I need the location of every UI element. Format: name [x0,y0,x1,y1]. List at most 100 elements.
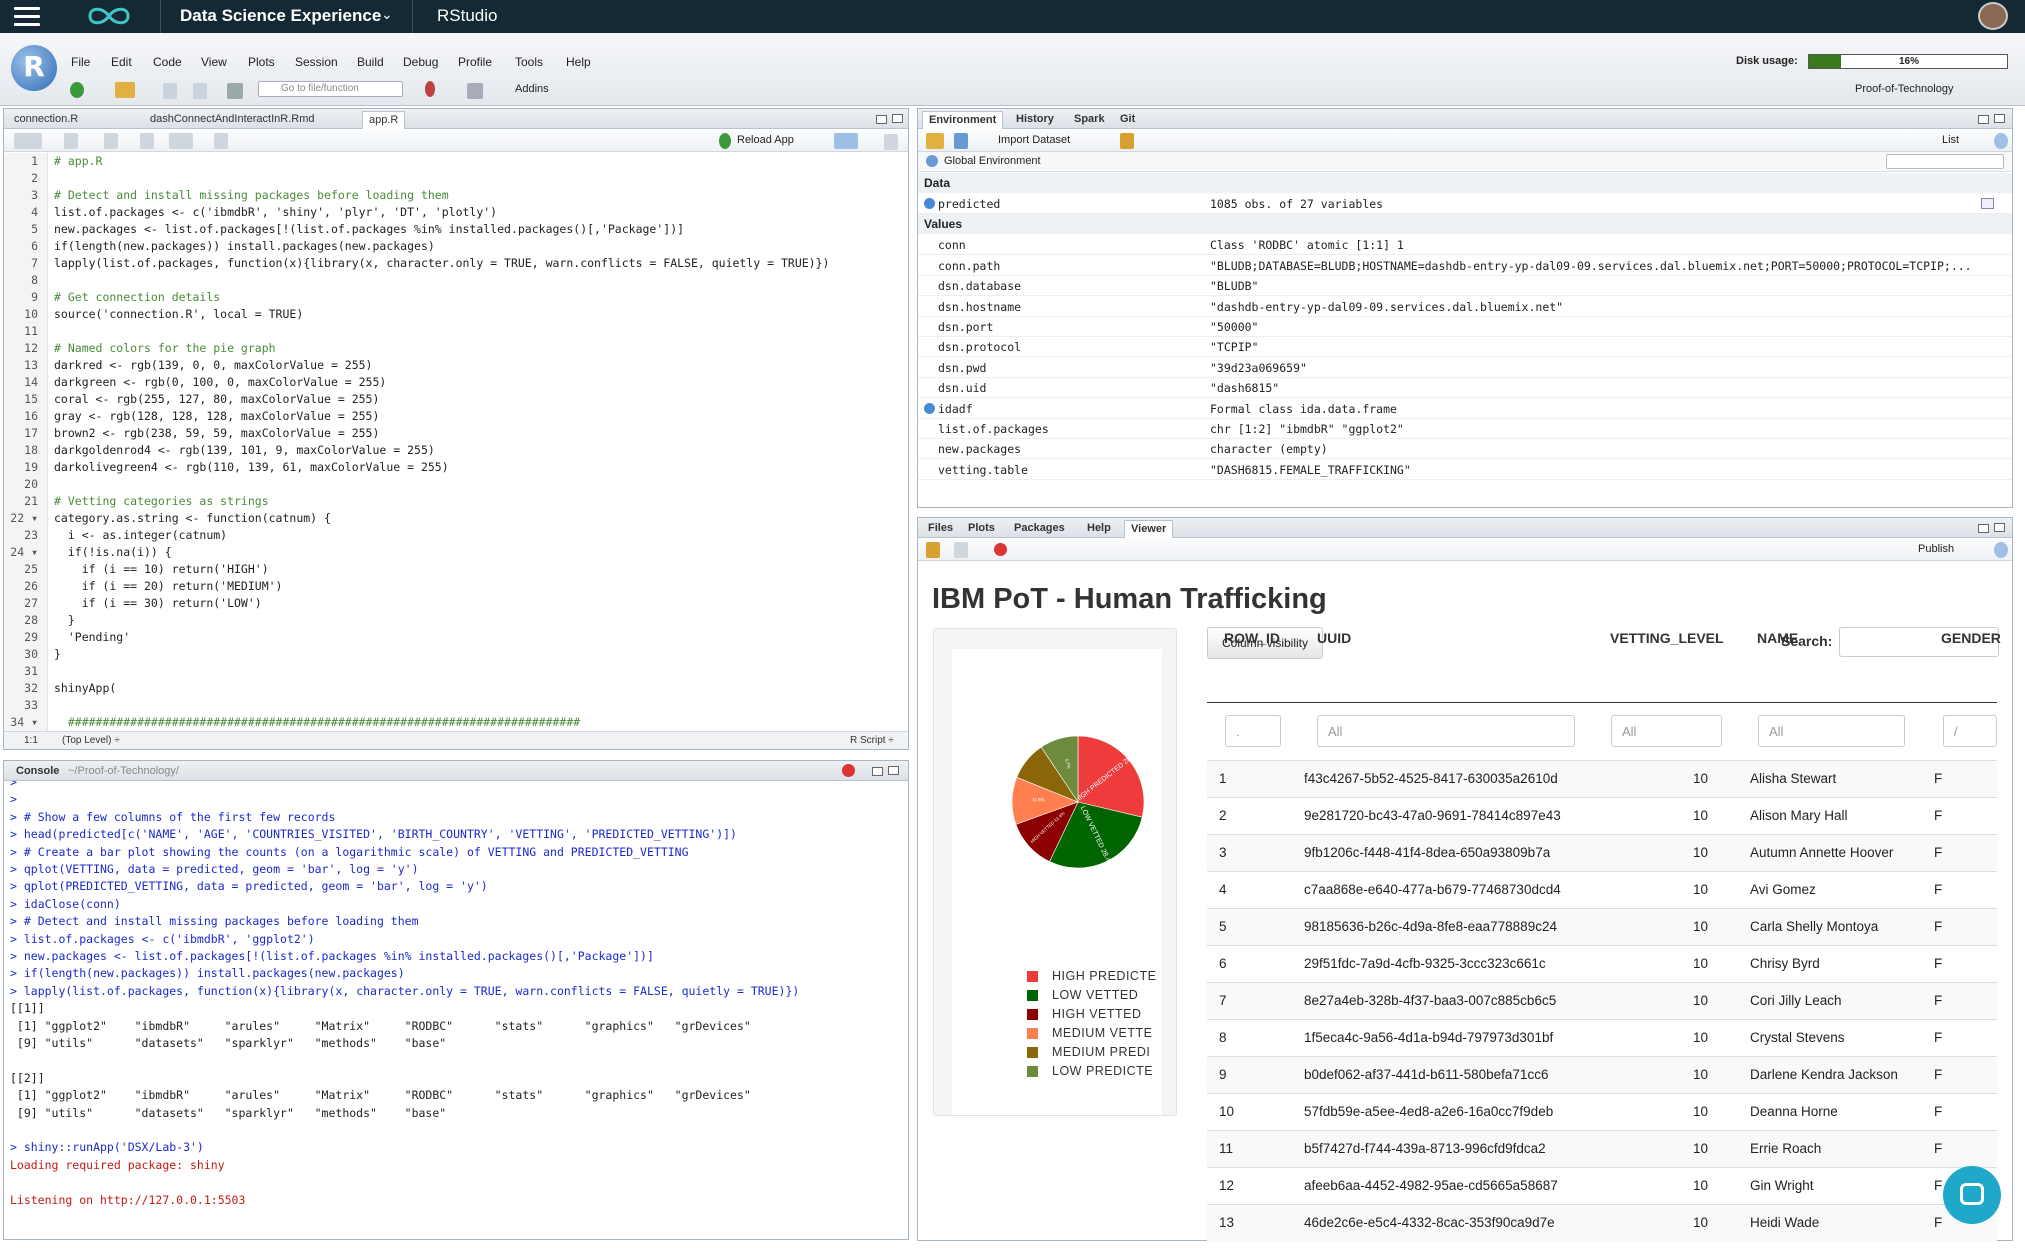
code-line[interactable]: 29 'Pending' [4,629,908,646]
addins-menu[interactable]: Addins [515,83,549,95]
stop-icon[interactable] [994,543,1007,556]
console-output[interactable]: > > > # Show a few columns of the first f… [4,781,908,1239]
col-header-uuid[interactable]: UUID [1317,630,1351,646]
col-header-name[interactable]: NAME [1757,630,1798,646]
load-workspace-icon[interactable] [926,133,944,149]
env-search-input[interactable] [1886,154,2004,169]
tab-history[interactable]: History [1010,111,1060,129]
minimize-icon[interactable] [872,767,883,776]
save-workspace-icon[interactable] [954,133,968,149]
show-in-window-icon[interactable] [64,133,78,149]
dsx-logo-icon[interactable] [84,3,134,29]
chevron-down-icon[interactable]: ⌄ [381,6,393,23]
code-line[interactable]: 4 list.of.packages <- c('ibmdbR', 'shiny'… [4,204,908,221]
show-in-window-icon[interactable] [954,542,968,558]
expand-icon[interactable] [924,198,935,209]
code-line[interactable]: 6 if(length(new.packages)) install.packag… [4,238,908,255]
code-line[interactable]: 17 brown2 <- rgb(238, 59, 59, maxColorVal… [4,425,908,442]
tab-files[interactable]: Files [922,520,959,538]
save-icon[interactable] [163,83,177,99]
table-row[interactable]: 4 c7aa868e-e640-477a-b679-77468730dcd4 10 A… [1207,871,1997,908]
table-row[interactable]: 12 afeeb6aa-4452-4982-95ae-cd5665a58687 10… [1207,1167,1997,1204]
code-line[interactable]: 31 [4,663,908,680]
new-file-icon[interactable] [70,82,84,98]
menu-file[interactable]: File [71,55,90,69]
col-header-vetting-level[interactable]: VETTING_LEVEL [1610,630,1724,646]
code-line[interactable]: 33 [4,697,908,714]
filter-vetting-level[interactable]: All [1611,715,1722,747]
env-row[interactable]: dsn.protocol "TCPIP" [918,337,2012,358]
code-tools-icon[interactable] [169,133,193,149]
tab-console[interactable]: Console [10,763,65,781]
reload-icon[interactable] [719,133,731,149]
hamburger-menu-icon[interactable] [14,7,40,27]
filter-gender[interactable]: / [1943,715,1997,747]
maximize-icon[interactable] [1994,523,2005,532]
env-row[interactable]: new.packages character (empty) [918,439,2012,460]
code-line[interactable]: 21 # Vetting categories as strings [4,493,908,510]
code-line[interactable]: 9 # Get connection details [4,289,908,306]
chat-bubble-icon[interactable] [1943,1166,2001,1224]
menu-help[interactable]: Help [566,55,591,69]
maximize-icon[interactable] [892,114,903,123]
publish-icon[interactable] [834,133,858,149]
clear-broom-icon[interactable] [926,542,940,558]
tab-help[interactable]: Help [1081,520,1117,538]
table-row[interactable]: 7 8e27a4eb-328b-4f37-baa3-007c885cb6c5 10 C… [1207,982,1997,1019]
vcs-icon[interactable] [425,81,435,97]
menu-code[interactable]: Code [153,55,182,69]
code-line[interactable]: 26 if (i == 20) return('MEDIUM') [4,578,908,595]
menu-build[interactable]: Build [357,55,384,69]
code-line[interactable]: 16 gray <- rgb(128, 128, 128, maxColorVal… [4,408,908,425]
code-line[interactable]: 25 if (i == 10) return('HIGH') [4,561,908,578]
project-menu[interactable]: Proof-of-Technology [1855,83,1953,95]
print-icon[interactable] [227,83,243,99]
tab-app-r[interactable]: app.R [362,111,406,129]
code-line[interactable]: 27 if (i == 30) return('LOW') [4,595,908,612]
find-icon[interactable] [140,133,154,149]
code-line[interactable]: 12 # Named colors for the pie graph [4,340,908,357]
console-path[interactable]: ~/Proof-of-Technology/ [62,763,185,781]
expand-icon[interactable] [924,402,935,414]
save-all-icon[interactable] [193,83,207,99]
maximize-icon[interactable] [888,766,899,775]
col-header-row-id[interactable]: ROW_ID [1224,630,1280,646]
code-line[interactable]: 19 darkolivegreen4 <- rgb(110, 139, 61, m… [4,459,908,476]
env-row[interactable]: dsn.uid "dash6815" [918,378,2012,399]
view-data-icon[interactable] [1981,198,1994,209]
env-row[interactable]: list.of.packages chr [1:2] "ibmdbR" "ggpl… [918,419,2012,439]
table-row[interactable]: 10 57fdb59e-a5ee-4ed8-a2e6-16a0cc7f9deb 10… [1207,1093,1997,1130]
code-line[interactable]: 13 darkred <- rgb(139, 0, 0, maxColorValu… [4,357,908,374]
tab-packages[interactable]: Packages [1008,520,1071,538]
refresh-icon[interactable] [1994,133,2008,149]
minimize-icon[interactable] [1978,115,1989,124]
code-line[interactable]: 5 new.packages <- list.of.packages[!(list… [4,221,908,238]
env-row[interactable]: idadf Formal class ida.data.frame [918,399,2012,419]
code-line[interactable]: 10 source('connection.R', local = TRUE) [4,306,908,323]
file-type-selector[interactable]: R Script ÷ [850,735,894,746]
table-row[interactable]: 2 9e281720-bc43-47a0-9691-78414c897e43 10 A… [1207,797,1997,834]
publish-button[interactable]: Publish [1918,543,1954,555]
maximize-icon[interactable] [1994,114,2005,123]
list-view-selector[interactable]: List [1942,134,1959,146]
code-line[interactable]: 14 darkgreen <- rgb(0, 100, 0, maxColorVa… [4,374,908,391]
env-row[interactable]: dsn.database "BLUDB" [918,276,2012,297]
import-dataset-button[interactable]: Import Dataset [998,134,1070,146]
env-row[interactable]: vetting.table "DASH6815.FEMALE_TRAFFICKIN… [918,460,2012,480]
global-environment-selector[interactable]: Global Environment [944,155,1041,167]
code-line[interactable]: 18 darkgoldenrod4 <- rgb(139, 101, 9, max… [4,442,908,459]
filter-name[interactable]: All [1758,715,1905,747]
code-line[interactable]: 34 ▾ ###################################… [4,714,908,731]
tab-git[interactable]: Git [1114,111,1141,129]
code-line[interactable]: 2 [4,170,908,187]
tab-environment[interactable]: Environment [922,111,1004,129]
table-row[interactable]: 5 98185636-b26c-4d9a-8fe8-eaa778889c24 10 C… [1207,908,1997,945]
code-line[interactable]: 8 [4,272,908,289]
scope-selector[interactable]: (Top Level) ÷ [62,735,120,746]
minimize-icon[interactable] [876,115,887,124]
tab-viewer[interactable]: Viewer [1124,520,1174,538]
tab-dashconnect-rmd[interactable]: dashConnectAndInteractInR.Rmd [144,111,320,129]
goto-file-input[interactable]: Go to file/function [258,81,403,97]
nav-arrows-icon[interactable] [14,133,42,149]
menu-profile[interactable]: Profile [458,55,492,69]
